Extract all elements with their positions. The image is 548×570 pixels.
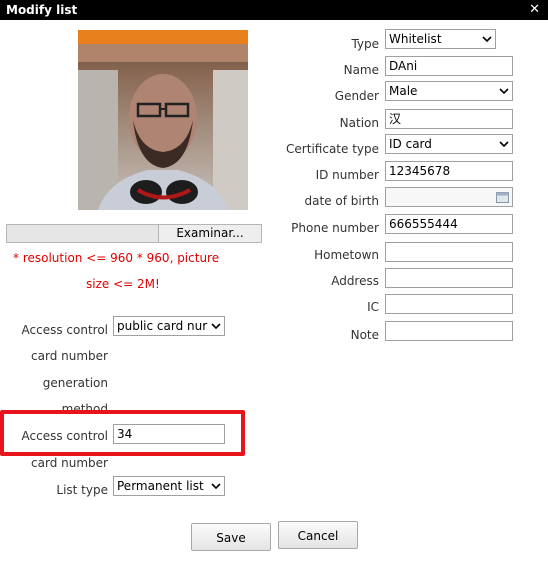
access-method-label-line3: generation [42, 376, 108, 390]
access-method-label: Access control [21, 323, 109, 337]
resolution-warning: * resolution <= 960 * 960, picture [13, 251, 220, 265]
calendar-icon[interactable] [496, 191, 509, 203]
list-type-value: Permanent list [117, 479, 204, 493]
date-of-birth-field[interactable] [385, 187, 513, 207]
chevron-down-icon [482, 36, 492, 43]
hometown-label: Hometown [314, 248, 379, 262]
nation-label: Nation [339, 116, 379, 130]
name-field[interactable]: DAni [385, 56, 513, 76]
nation-field[interactable]: 汉 [385, 109, 513, 129]
access-card-label-line2: card number [31, 456, 108, 470]
cancel-button[interactable]: Cancel [278, 521, 358, 549]
user-photo [78, 30, 248, 210]
date-of-birth-label: date of birth [304, 194, 379, 208]
close-icon[interactable]: ✕ [529, 2, 540, 17]
gender-value: Male [389, 84, 418, 98]
gender-label: Gender [334, 89, 379, 103]
highlight-box [0, 410, 245, 456]
window-title: Modify list [6, 3, 78, 17]
address-label: Address [331, 274, 379, 288]
list-type-label: List type [56, 483, 108, 497]
save-button[interactable]: Save [191, 523, 271, 551]
size-warning: size <= 2M! [86, 277, 160, 291]
type-select[interactable]: Whitelist [385, 29, 496, 49]
type-value: Whitelist [389, 32, 442, 46]
file-input[interactable]: Examinar... [6, 224, 262, 243]
name-label: Name [343, 63, 379, 77]
list-type-select[interactable]: Permanent list [113, 476, 225, 496]
ic-field[interactable] [385, 294, 513, 314]
access-method-value: public card nur [117, 319, 208, 333]
chevron-down-icon [211, 483, 221, 490]
phone-number-field[interactable]: 666555444 [385, 214, 513, 234]
phone-number-label: Phone number [291, 221, 379, 235]
access-method-label-line2: card number [31, 349, 108, 363]
note-field[interactable] [385, 321, 513, 341]
id-number-label: ID number [315, 168, 379, 182]
title-bar: Modify list ✕ [0, 0, 548, 20]
access-method-select[interactable]: public card nur [113, 316, 225, 336]
chevron-down-icon [499, 141, 509, 148]
chevron-down-icon [499, 88, 509, 95]
id-number-field[interactable]: 12345678 [385, 161, 513, 181]
certificate-type-label: Certificate type [286, 142, 379, 156]
certificate-type-select[interactable]: ID card [385, 134, 513, 154]
address-field[interactable] [385, 268, 513, 288]
hometown-field[interactable] [385, 242, 513, 262]
ic-label: IC [367, 300, 379, 314]
browse-button[interactable]: Examinar... [158, 225, 261, 242]
note-label: Note [350, 328, 379, 342]
gender-select[interactable]: Male [385, 81, 513, 101]
certificate-type-value: ID card [389, 137, 432, 151]
type-label: Type [351, 37, 379, 51]
chevron-down-icon [211, 323, 221, 330]
